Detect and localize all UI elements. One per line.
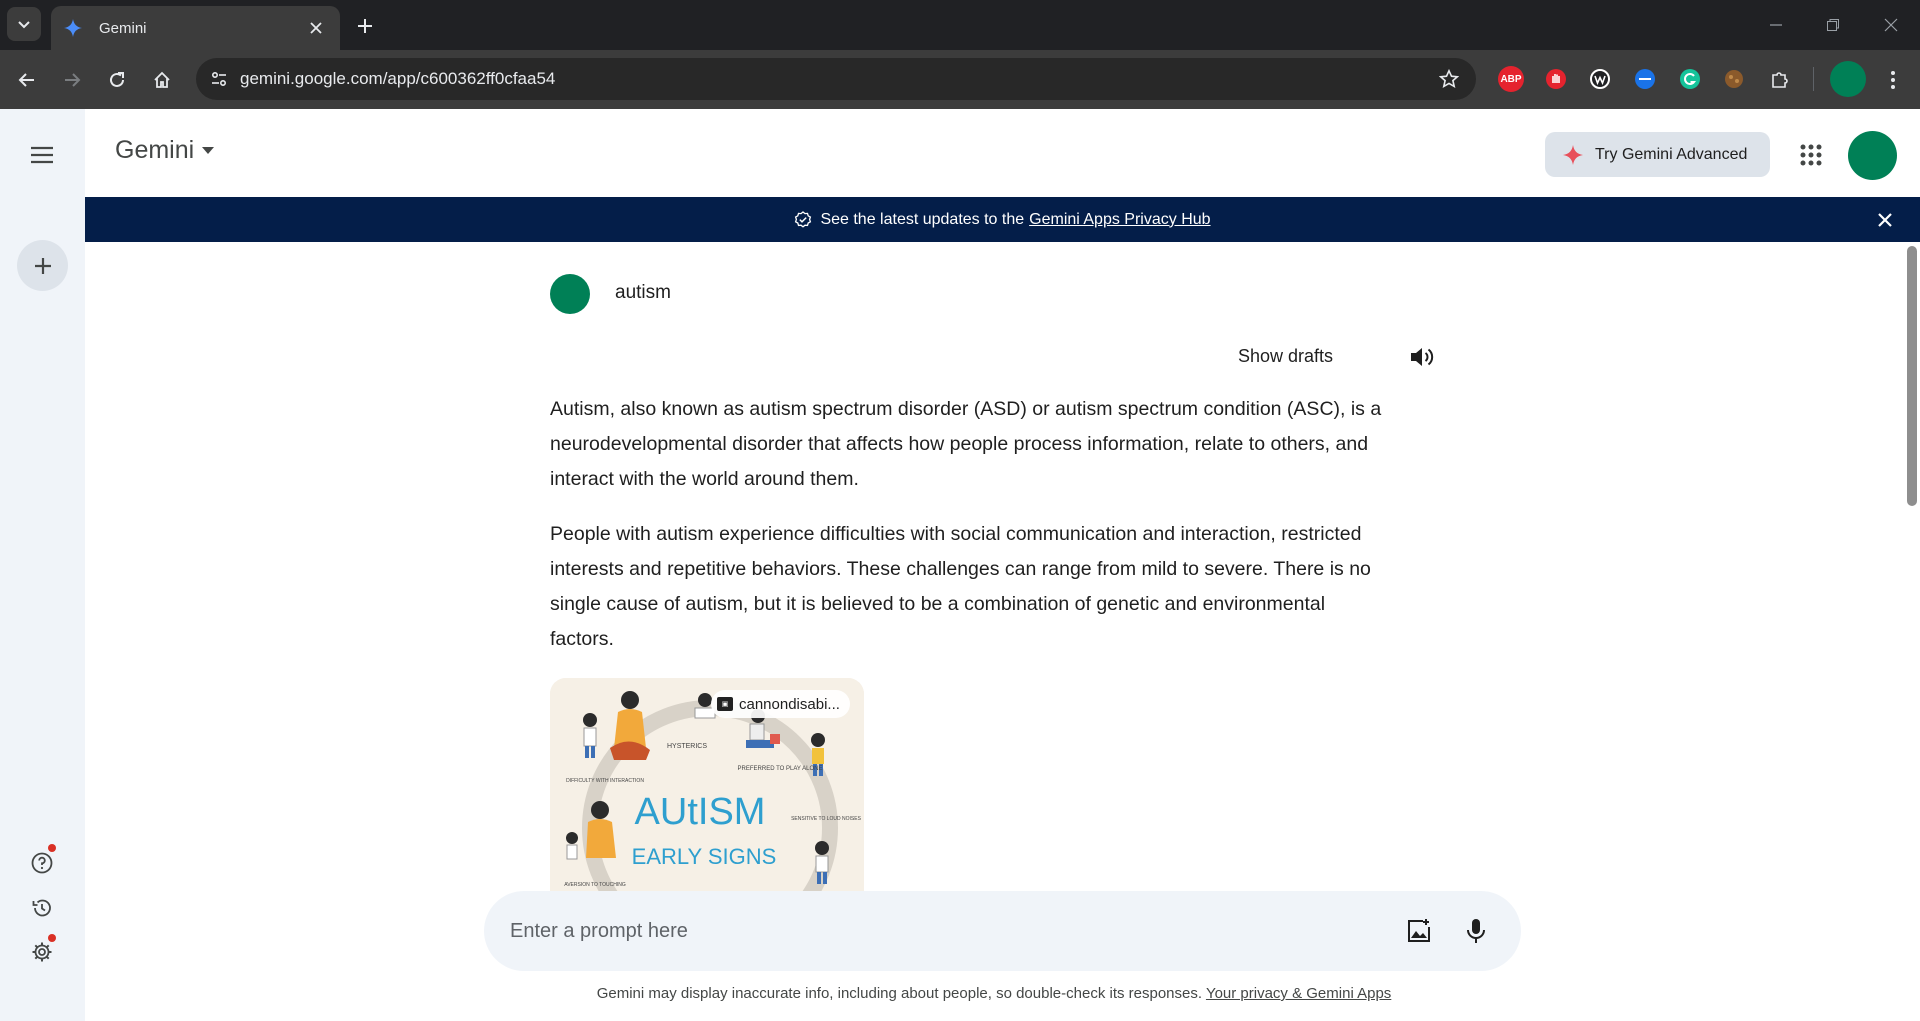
- new-tab-button[interactable]: [350, 11, 380, 41]
- verified-badge-icon: [794, 210, 812, 229]
- close-banner-icon[interactable]: [1872, 207, 1898, 233]
- sparkle-icon: [1563, 144, 1583, 165]
- restore-window-icon[interactable]: [1815, 10, 1851, 40]
- illustration-caption: AVERSION TO TOUCHING: [564, 882, 626, 888]
- conversation-area: autism Show drafts Autism, also known as…: [85, 242, 1903, 892]
- privacy-link[interactable]: Your privacy & Gemini Apps: [1206, 985, 1391, 1002]
- tab-title: Gemini: [99, 19, 147, 37]
- try-advanced-label: Try Gemini Advanced: [1595, 145, 1748, 163]
- close-window-icon[interactable]: [1873, 10, 1909, 40]
- user-avatar: [550, 274, 590, 314]
- response-paragraph: People with autism experience difficulti…: [550, 523, 1371, 650]
- app-header: Gemini Try Gemini Advanced: [85, 109, 1920, 197]
- prompt-input[interactable]: [510, 919, 1370, 943]
- url-text[interactable]: gemini.google.com/app/c600362ff0cfaa54: [240, 69, 1432, 89]
- illustration-subtitle: EARLY SIGNS: [632, 844, 777, 869]
- settings-notification-dot: [48, 934, 56, 942]
- google-apps-grid-icon[interactable]: [1791, 135, 1831, 175]
- browser-tab-bar: Gemini: [0, 0, 1920, 50]
- brown-extension-icon[interactable]: [1721, 66, 1747, 92]
- more-vert-icon[interactable]: [1876, 63, 1910, 97]
- illustration-caption: SENSITIVE TO LOUD NOISES: [791, 816, 861, 822]
- bookmark-star-icon[interactable]: [1432, 62, 1466, 96]
- prompt-bar: [484, 891, 1521, 971]
- plus-icon: [34, 257, 51, 274]
- hamburger-menu-icon[interactable]: [22, 135, 62, 175]
- minimize-window-icon[interactable]: [1758, 10, 1794, 40]
- caret-down-icon: [202, 146, 215, 154]
- site-info-icon[interactable]: [202, 62, 236, 96]
- banner-text: See the latest updates to the: [820, 210, 1025, 228]
- response-paragraph: Autism, also known as autism spectrum di…: [550, 398, 1382, 490]
- illustration-caption: HYSTERICS: [667, 743, 707, 750]
- close-tab-icon[interactable]: [304, 16, 328, 40]
- disclaimer: Gemini may display inaccurate info, incl…: [85, 985, 1903, 1002]
- adblock-plus-icon[interactable]: ABP: [1498, 66, 1524, 92]
- illustration-caption: PREFERRED TO PLAY ALONE: [738, 766, 823, 772]
- tab-search-button[interactable]: [7, 7, 41, 41]
- back-arrow-icon[interactable]: [10, 63, 44, 97]
- microphone-icon[interactable]: [1456, 911, 1496, 951]
- address-bar[interactable]: gemini.google.com/app/c600362ff0cfaa54: [196, 58, 1476, 100]
- image-source-label: cannondisabi...: [739, 695, 840, 713]
- show-drafts-button[interactable]: Show drafts: [1238, 346, 1333, 367]
- home-icon[interactable]: [145, 63, 179, 97]
- disclaimer-text: Gemini may display inaccurate info, incl…: [596, 985, 1203, 1002]
- browser-profile-avatar[interactable]: [1830, 61, 1866, 97]
- help-notification-dot: [48, 844, 56, 852]
- activity-history-icon[interactable]: [25, 891, 59, 925]
- source-favicon-icon: ▣: [717, 697, 733, 711]
- browser-toolbar: gemini.google.com/app/c600362ff0cfaa54 A…: [0, 50, 1920, 109]
- read-aloud-speaker-icon[interactable]: [1405, 340, 1439, 374]
- response-image-card[interactable]: AUtISM EARLY SIGNS HYSTERICS PREFERRED T…: [550, 678, 864, 892]
- model-switcher[interactable]: Gemini: [115, 136, 215, 165]
- stop-hand-icon[interactable]: [1543, 66, 1569, 92]
- upload-image-icon[interactable]: [1399, 911, 1439, 951]
- plus-icon: [358, 19, 372, 33]
- wappalyzer-icon[interactable]: [1587, 66, 1613, 92]
- new-chat-button[interactable]: [17, 240, 68, 291]
- brand-title: Gemini: [115, 136, 195, 164]
- grammarly-icon[interactable]: [1677, 66, 1703, 92]
- gemini-sparkle-icon: [63, 18, 83, 38]
- user-query: autism: [615, 282, 671, 303]
- illustration-title: AUtISM: [635, 791, 766, 833]
- reload-icon[interactable]: [100, 63, 134, 97]
- blue-extension-icon[interactable]: [1632, 66, 1658, 92]
- privacy-hub-link[interactable]: Gemini Apps Privacy Hub: [1029, 211, 1210, 229]
- image-source-chip[interactable]: ▣ cannondisabi...: [711, 690, 850, 718]
- side-rail: [0, 109, 85, 1021]
- illustration-caption: DIFFICULTY WITH INTERACTION: [566, 778, 644, 784]
- browser-tab-gemini[interactable]: Gemini: [51, 6, 340, 50]
- privacy-banner: See the latest updates to the Gemini App…: [85, 197, 1920, 242]
- toolbar-divider: [1813, 67, 1814, 91]
- extensions-puzzle-icon[interactable]: [1767, 66, 1793, 92]
- try-gemini-advanced-button[interactable]: Try Gemini Advanced: [1545, 132, 1770, 177]
- scrollbar-thumb[interactable]: [1907, 246, 1917, 506]
- forward-arrow-icon[interactable]: [55, 63, 89, 97]
- account-avatar[interactable]: [1848, 131, 1897, 180]
- chevron-down-icon: [18, 21, 30, 29]
